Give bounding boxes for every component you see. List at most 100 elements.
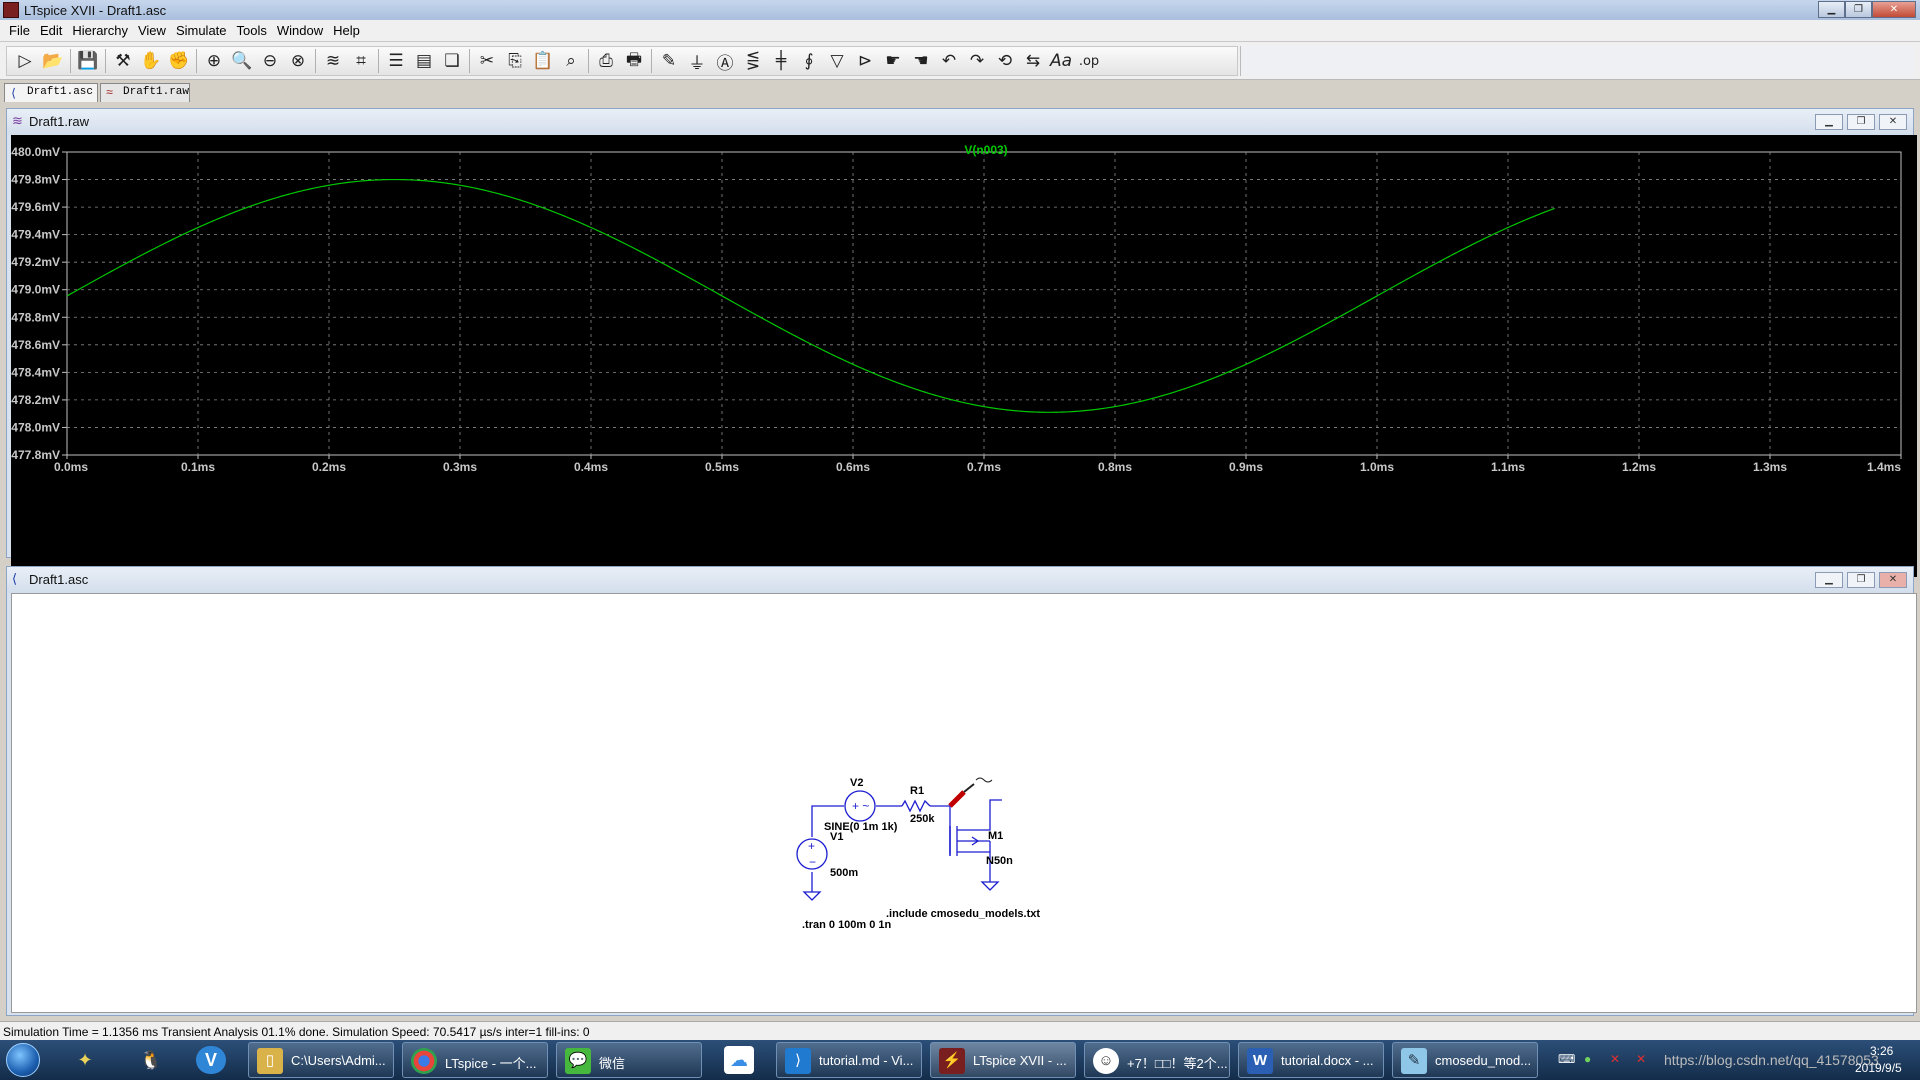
pan-icon[interactable]: ✊ <box>165 48 193 74</box>
menu-file[interactable]: File <box>4 23 35 38</box>
halt-icon[interactable]: ✋ <box>137 48 165 74</box>
menu-help[interactable]: Help <box>328 23 365 38</box>
paste-icon[interactable]: 📋 <box>529 48 557 74</box>
menu-window[interactable]: Window <box>272 23 328 38</box>
cascade-icon[interactable]: ❏ <box>438 48 466 74</box>
waveform-restore-button[interactable]: ❐ <box>1847 114 1875 130</box>
tile-horizontal-icon[interactable]: ☰ <box>382 48 410 74</box>
spice-directive-icon[interactable]: .op <box>1075 48 1103 74</box>
capacitor-icon[interactable]: ╪ <box>767 48 795 74</box>
wire-icon[interactable]: ✎ <box>655 48 683 74</box>
r1-value[interactable]: 250k <box>910 813 935 825</box>
probe-icon[interactable] <box>948 777 993 808</box>
trace-label[interactable]: V(n003) <box>964 143 1007 157</box>
waveform-chart[interactable]: 480.0mV 479.8mV 479.6mV 479.4mV 479.2mV 479.0… <box>11 135 1917 577</box>
trace-v-n003[interactable] <box>66 178 1555 413</box>
minimize-button[interactable]: ▁ <box>1818 1 1845 18</box>
xilinx-icon[interactable]: ✦ <box>70 1046 100 1074</box>
save-icon[interactable]: 💾 <box>74 48 102 74</box>
keyboard-icon[interactable]: ⌨ <box>1558 1052 1575 1066</box>
nmos-m1[interactable] <box>949 826 991 856</box>
rotate-icon[interactable]: ⟲ <box>991 48 1019 74</box>
schematic-window-titlebar: ⟨ Draft1.asc ▁ ❐ ✕ <box>7 567 1913 593</box>
open-icon[interactable]: 📂 <box>39 48 67 74</box>
circuit-diagram[interactable]: + ~ V2 SINE(0 1m 1k) R1 250k + − V1 500m <box>12 594 1918 1014</box>
source-v1[interactable]: + − V1 500m <box>796 831 858 879</box>
taskbar-explorer[interactable]: ▯ C:\Users\Admi... <box>248 1042 394 1078</box>
move-icon[interactable]: ☛ <box>879 48 907 74</box>
taskbar-notepad[interactable]: ✎ cmosedu_mod... <box>1392 1042 1538 1078</box>
schematic-minimize-button[interactable]: ▁ <box>1815 572 1843 588</box>
print-preview-icon[interactable]: ⎙ <box>592 48 620 74</box>
vscode-icon: ⟩ <box>785 1048 811 1074</box>
waveform-minimize-button[interactable]: ▁ <box>1815 114 1843 130</box>
schematic-close-button[interactable]: ✕ <box>1879 572 1907 588</box>
waveform-plot[interactable]: 480.0mV 479.8mV 479.6mV 479.4mV 479.2mV 479.0… <box>11 135 1917 577</box>
text-icon[interactable]: Aa <box>1047 48 1075 74</box>
zoom-fit-icon[interactable]: ⊗ <box>284 48 312 74</box>
y-tick-label: 479.0mV <box>11 283 60 297</box>
waveform-close-button[interactable]: ✕ <box>1879 114 1907 130</box>
undo-icon[interactable]: ↶ <box>935 48 963 74</box>
taskbar-wechat[interactable]: 💬 微信 <box>556 1042 702 1078</box>
find-icon[interactable]: ⌕ <box>557 48 585 74</box>
taskbar-chrome[interactable]: LTspice - 一个... <box>402 1042 548 1078</box>
taskbar-word[interactable]: Wtutorial.docx - ... <box>1238 1042 1384 1078</box>
autorange-icon[interactable]: ≋ <box>319 48 347 74</box>
zoom-area-icon[interactable]: 🔍 <box>228 48 256 74</box>
tab-draft1-asc[interactable]: ⟨ Draft1.asc <box>4 83 98 102</box>
print-icon[interactable]: 🖶 <box>620 48 648 74</box>
resistor-icon[interactable]: ⋚ <box>739 48 767 74</box>
tray-app-icon[interactable]: ✕ <box>1636 1052 1646 1066</box>
xilinx-tray-icon[interactable]: ✕ <box>1610 1052 1620 1066</box>
v2-label[interactable]: V2 <box>850 777 863 789</box>
clock-time[interactable]: 3:26 <box>1870 1044 1893 1058</box>
menu-tools[interactable]: Tools <box>232 23 272 38</box>
drag-icon[interactable]: ☚ <box>907 48 935 74</box>
taskbar-qq-chat[interactable]: ☺ +7！□□！等2个... <box>1084 1042 1230 1078</box>
m1-value[interactable]: N50n <box>986 855 1013 867</box>
taskbar-vscode[interactable]: ⟩ tutorial.md - Vi... <box>776 1042 922 1078</box>
x-tick-label: 0.1ms <box>181 460 215 474</box>
diode-icon[interactable]: ▽ <box>823 48 851 74</box>
v-app-icon[interactable]: V <box>196 1046 226 1074</box>
include-directive[interactable]: .include cmosedu_models.txt <box>886 908 1040 920</box>
cut-icon[interactable]: ✂ <box>473 48 501 74</box>
delete-trace-icon[interactable]: ⌗ <box>347 48 375 74</box>
schematic-restore-button[interactable]: ❐ <box>1847 572 1875 588</box>
start-button[interactable] <box>6 1043 40 1077</box>
label-net-icon[interactable]: Ⓐ <box>711 48 739 74</box>
copy-icon[interactable]: ⎘ <box>501 48 529 74</box>
component-icon[interactable]: ⊳ <box>851 48 879 74</box>
v1-label[interactable]: V1 <box>830 831 843 843</box>
m1-label[interactable]: M1 <box>988 830 1003 842</box>
taskbar-ltspice[interactable]: ⚡ LTspice XVII - ... <box>930 1042 1076 1078</box>
mirror-icon[interactable]: ⇆ <box>1019 48 1047 74</box>
zoom-out-icon[interactable]: ⊖ <box>256 48 284 74</box>
menu-hierarchy[interactable]: Hierarchy <box>67 23 133 38</box>
toolbar-empty-area <box>1240 46 1914 76</box>
resistor-r1[interactable]: R1 250k <box>901 785 935 825</box>
source-v2[interactable]: + ~ V2 SINE(0 1m 1k) <box>824 777 898 833</box>
ground-icon[interactable]: ⏚ <box>683 48 711 74</box>
close-button[interactable]: ✕ <box>1872 1 1916 18</box>
clock-date[interactable]: 2019/9/5 <box>1855 1061 1902 1075</box>
tran-directive[interactable]: .tran 0 100m 0 1n <box>802 919 892 931</box>
redo-icon[interactable]: ↷ <box>963 48 991 74</box>
menu-simulate[interactable]: Simulate <box>171 23 232 38</box>
qq-icon[interactable]: 🐧 <box>136 1046 166 1074</box>
baidu-netdisk-icon[interactable]: ☁ <box>724 1046 754 1074</box>
inductor-icon[interactable]: ∮ <box>795 48 823 74</box>
schematic-canvas[interactable]: + ~ V2 SINE(0 1m 1k) R1 250k + − V1 500m <box>11 593 1917 1013</box>
zoom-in-icon[interactable]: ⊕ <box>200 48 228 74</box>
control-panel-icon[interactable]: ⚒ <box>109 48 137 74</box>
tile-vertical-icon[interactable]: ▤ <box>410 48 438 74</box>
wechat-tray-icon[interactable]: ● <box>1584 1052 1591 1066</box>
v1-value[interactable]: 500m <box>830 867 858 879</box>
r1-label[interactable]: R1 <box>910 785 924 797</box>
tab-draft1-raw[interactable]: ≈ Draft1.raw <box>100 83 190 102</box>
menu-view[interactable]: View <box>133 23 171 38</box>
run-icon[interactable]: ▷ <box>11 48 39 74</box>
menu-edit[interactable]: Edit <box>35 23 67 38</box>
maximize-button[interactable]: ❐ <box>1845 1 1872 18</box>
